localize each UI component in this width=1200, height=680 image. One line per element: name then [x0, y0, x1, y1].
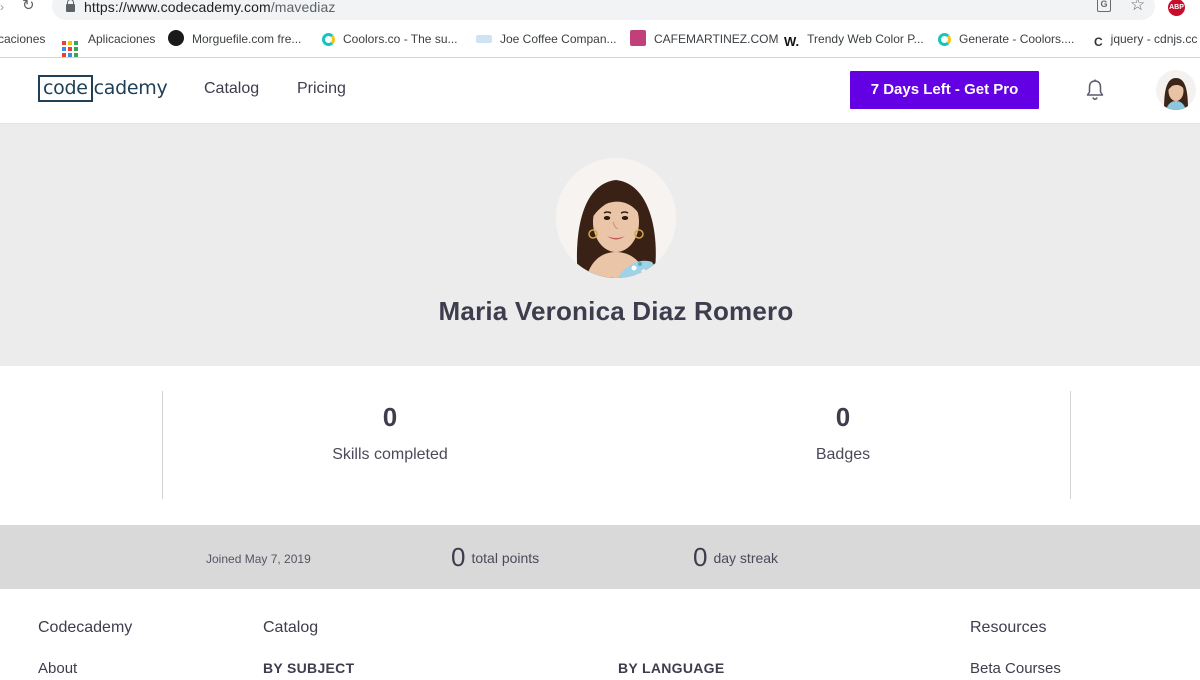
nav-pricing-link[interactable]: Pricing [297, 80, 346, 98]
bookmark-label: CAFEMARTINEZ.COM [654, 32, 779, 46]
address-row: › ↻ https://www.codecademy.com/mavediaz … [0, 0, 1200, 20]
total-points-label: total points [471, 549, 540, 566]
url-path: /mavediaz [270, 0, 336, 15]
badges-label: Badges [815, 446, 871, 463]
logo-cademy: cademy [93, 77, 168, 99]
stats-divider-right [1070, 391, 1071, 499]
bookmark-item[interactable]: CAFEMARTINEZ.COM [630, 30, 778, 48]
bookmark-label: Coolors.co - The su... [343, 32, 458, 46]
cdnjs-icon: C [1094, 35, 1103, 49]
stat-skills-completed: 0 Skills completed [240, 402, 540, 464]
site-header: code cademy Catalog Pricing 7 Days Left -… [0, 58, 1200, 124]
adblock-icon[interactable]: ABP [1168, 0, 1185, 16]
logo-code: code [38, 75, 93, 102]
url-text[interactable]: https://www.codecademy.com/mavediaz [84, 0, 335, 15]
footer-heading-catalog: Catalog [263, 619, 319, 636]
bookmark-label: Joe Coffee Compan... [500, 32, 617, 46]
footer-link-beta-courses[interactable]: Beta Courses [970, 660, 1061, 677]
user-avatar[interactable] [1156, 70, 1196, 110]
footer-by-language: BY LANGUAGE [618, 660, 725, 676]
stat-badges: 0 Badges [693, 402, 993, 464]
footer-heading-codecademy: Codecademy [38, 619, 133, 636]
profile-photo [556, 158, 676, 278]
day-streak-value: 0 [693, 542, 708, 572]
browser-chrome: › ↻ https://www.codecademy.com/mavediaz … [0, 0, 1200, 58]
bookmark-item[interactable]: Cjquery - cdnjs.cc [1094, 30, 1198, 49]
coolors-icon [322, 33, 335, 46]
address-bar[interactable]: https://www.codecademy.com/mavediaz G ☆ [52, 0, 1155, 20]
bookmark-item[interactable]: Coolors.co - The su... [322, 30, 458, 48]
nav-catalog-link[interactable]: Catalog [204, 80, 259, 98]
summary-bar: Joined May 7, 2019 0 total points 0 day st… [0, 525, 1200, 589]
bookmark-item-apps[interactable]: Aplicaciones [62, 30, 156, 57]
day-streak-label: day streak [713, 549, 779, 566]
bookmark-label: Trendy Web Color P... [807, 32, 924, 46]
skills-completed-value: 0 [382, 402, 398, 432]
profile-name: Maria Veronica Diaz Romero [438, 296, 794, 326]
bookmark-item[interactable]: Generate - Coolors.... [938, 30, 1074, 48]
w-icon: W. [784, 34, 800, 49]
badges-value: 0 [835, 402, 851, 432]
profile-hero: Maria Veronica Diaz Romero [0, 124, 1200, 366]
codecademy-logo[interactable]: code cademy [38, 75, 168, 103]
footer: Codecademy About Catalog BY SUBJECT BY L… [0, 589, 1200, 680]
bookmark-item[interactable]: Joe Coffee Compan... [476, 30, 617, 48]
joined-date: Joined May 7, 2019 [206, 552, 311, 566]
star-icon[interactable]: ☆ [1130, 0, 1145, 15]
bookmark-label: Aplicaciones [88, 32, 156, 46]
lock-icon [66, 0, 75, 12]
translate-icon[interactable]: G [1097, 0, 1111, 12]
bookmark-label: Morguefile.com fre... [192, 32, 302, 46]
footer-link-about[interactable]: About [38, 660, 77, 677]
footer-heading-resources: Resources [970, 619, 1047, 636]
skills-completed-label: Skills completed [332, 446, 448, 463]
reload-icon[interactable]: ↻ [22, 0, 38, 14]
stats-divider-left [162, 391, 163, 499]
morguefile-icon [168, 30, 184, 46]
bookmark-item[interactable]: caciones [0, 30, 45, 48]
total-points-value: 0 [451, 542, 466, 572]
cafemartinez-icon [630, 30, 646, 46]
total-points: 0 total points [451, 542, 539, 573]
bookmark-label: Generate - Coolors.... [959, 32, 1075, 46]
coolors-icon [938, 33, 951, 46]
url-host: https://www.codecademy.com [84, 0, 271, 15]
bookmark-label: caciones [0, 32, 46, 46]
bookmark-item[interactable]: W. Trendy Web Color P... [784, 30, 924, 49]
bell-icon[interactable] [1085, 79, 1105, 101]
back-arrow-icon[interactable]: › [0, 0, 4, 14]
bookmark-item[interactable]: Morguefile.com fre... [168, 30, 301, 48]
apps-icon [62, 41, 78, 57]
get-pro-button[interactable]: 7 Days Left - Get Pro [850, 71, 1039, 109]
stats-panel: 0 Skills completed 0 Badges [0, 366, 1200, 525]
day-streak: 0 day streak [693, 542, 778, 573]
bookmarks-bar: caciones Aplicaciones Morguefile.com fre… [0, 27, 1200, 57]
footer-by-subject: BY SUBJECT [263, 660, 355, 676]
bookmark-label: jquery - cdnjs.cc [1110, 32, 1198, 46]
joe-coffee-icon [476, 35, 492, 43]
